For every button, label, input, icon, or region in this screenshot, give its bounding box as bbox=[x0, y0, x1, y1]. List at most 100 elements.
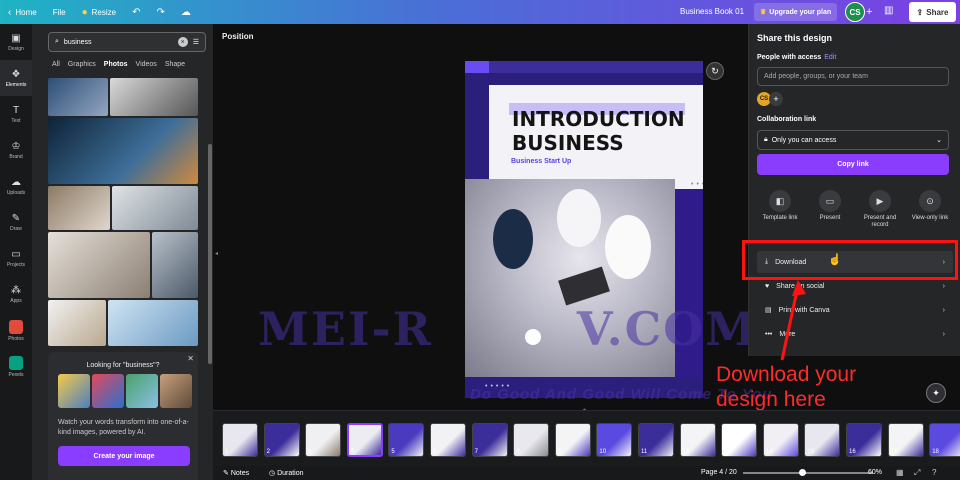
tab-videos[interactable]: Videos bbox=[136, 61, 157, 68]
page-thumbnail[interactable]: 5 bbox=[388, 423, 425, 457]
photos-app-icon bbox=[9, 320, 23, 334]
page-number: 14 bbox=[765, 449, 773, 455]
page-indicator[interactable]: Page 4 / 20 bbox=[701, 469, 737, 476]
page-thumbnail[interactable]: 13 bbox=[721, 423, 758, 457]
page-thumbnail[interactable]: 11 bbox=[638, 423, 674, 457]
share-button[interactable]: ⇪ Share bbox=[909, 2, 956, 22]
magic-assistant-icon[interactable]: ✦ bbox=[926, 383, 946, 403]
view-only-link-action[interactable]: ⊙ View-only link bbox=[907, 190, 953, 229]
rail-draw[interactable]: ✎ Draw bbox=[0, 204, 32, 240]
position-button[interactable]: Position bbox=[222, 32, 254, 41]
filter-icon[interactable]: ☰ bbox=[193, 38, 199, 46]
more-row[interactable]: ••• More › bbox=[757, 323, 953, 345]
zoom-level[interactable]: 60% bbox=[868, 469, 882, 476]
page-thumbnail[interactable]: 9 bbox=[554, 423, 591, 457]
rail-text[interactable]: T Text bbox=[0, 96, 32, 132]
refresh-icon[interactable]: ↻ bbox=[706, 62, 724, 80]
notes-icon: ✎ bbox=[223, 470, 231, 477]
chevron-up-icon[interactable]: ⌃ bbox=[582, 408, 594, 415]
add-collaborator-icon[interactable]: + bbox=[866, 6, 872, 18]
rail-elements[interactable]: ❖ Elements bbox=[0, 60, 32, 96]
access-select[interactable]: 🔒︎ Only you can access ⌄ bbox=[757, 130, 949, 150]
page-thumbnail[interactable]: 7 bbox=[471, 423, 508, 457]
undo-button[interactable]: ↶ bbox=[124, 0, 148, 24]
page-thumbnail[interactable]: 4 bbox=[346, 423, 383, 457]
search-input[interactable]: ⌕ business × ☰ bbox=[48, 32, 206, 52]
document-title[interactable]: Business Book 01 bbox=[680, 7, 744, 16]
tab-shapes[interactable]: Shape bbox=[165, 61, 185, 68]
photo-thumb[interactable] bbox=[112, 186, 198, 230]
photo-thumb[interactable] bbox=[110, 78, 198, 116]
page-thumbnail[interactable]: 10 bbox=[596, 423, 633, 457]
duration-button[interactable]: ◷ Duration bbox=[269, 469, 304, 477]
user-avatar[interactable]: CS bbox=[845, 2, 865, 22]
watermark-text: MEI-R V.COM bbox=[258, 302, 759, 356]
upgrade-label: Upgrade your plan bbox=[769, 8, 832, 16]
help-icon[interactable]: ? bbox=[932, 468, 936, 477]
tab-all[interactable]: All bbox=[52, 61, 60, 68]
page-thumbnail[interactable]: 6 bbox=[430, 423, 466, 457]
page-thumbnail[interactable]: 3 bbox=[305, 423, 342, 457]
add-people-input[interactable]: Add people, groups, or your team bbox=[757, 67, 949, 86]
present-record-action[interactable]: ▶ Present and record bbox=[857, 190, 903, 229]
photo-thumb[interactable] bbox=[48, 300, 106, 346]
resize-button[interactable]: ● Resize bbox=[74, 0, 125, 24]
tab-photos[interactable]: Photos bbox=[104, 61, 128, 68]
photo-thumb[interactable] bbox=[48, 232, 150, 298]
photo-thumb[interactable] bbox=[48, 118, 198, 184]
template-link-action[interactable]: ◧ Template link bbox=[757, 190, 803, 229]
rail-apps[interactable]: ⁂ Apps bbox=[0, 276, 32, 312]
rail-pexels[interactable]: Pexels bbox=[0, 348, 32, 384]
rail-label: Uploads bbox=[6, 189, 26, 196]
record-icon: ▶ bbox=[869, 190, 891, 212]
notes-button[interactable]: ✎ Notes bbox=[223, 469, 249, 477]
doc-title[interactable]: INTRODUCTION BUSINESS bbox=[512, 107, 685, 155]
page-thumbnail[interactable]: 15 bbox=[804, 423, 841, 457]
zoom-slider[interactable] bbox=[743, 472, 873, 474]
doc-title-card: INTRODUCTION BUSINESS Business Start Up … bbox=[489, 85, 703, 204]
page-thumbnail[interactable]: 14 bbox=[762, 423, 799, 457]
stats-icon[interactable]: ▥ bbox=[884, 5, 900, 19]
rail-brand[interactable]: ♔ Brand bbox=[0, 132, 32, 168]
photo-thumb[interactable] bbox=[48, 78, 108, 116]
copy-link-button[interactable]: Copy link bbox=[757, 154, 949, 175]
page-thumbnail[interactable]: 8 bbox=[513, 423, 550, 457]
grid-view-icon[interactable]: ▦ bbox=[896, 468, 904, 477]
page-thumbnail[interactable]: 1 bbox=[222, 423, 258, 457]
page-number: 3 bbox=[308, 449, 312, 455]
people-label: People with access bbox=[757, 54, 822, 61]
left-rail: ▣ Design ❖ Elements T Text ♔ Brand ☁ Uploads … bbox=[0, 24, 32, 480]
search-icon: ⌕ bbox=[55, 38, 59, 45]
collapse-panel-handle[interactable]: ◂ bbox=[215, 250, 218, 257]
draw-icon: ✎ bbox=[11, 212, 21, 224]
page-thumbnail[interactable]: 2 bbox=[263, 423, 300, 457]
rail-design[interactable]: ▣ Design bbox=[0, 24, 32, 60]
add-member-icon[interactable]: + bbox=[769, 92, 783, 106]
photo-thumb[interactable] bbox=[48, 186, 110, 230]
page-thumbnail[interactable]: 12 bbox=[679, 423, 716, 457]
cloud-save-button[interactable]: ☁ bbox=[173, 0, 199, 24]
redo-button[interactable]: ↷ bbox=[148, 0, 172, 24]
present-action[interactable]: ▭ Present bbox=[807, 190, 853, 229]
edit-link[interactable]: Edit bbox=[824, 54, 836, 61]
rail-photos[interactable]: Photos bbox=[0, 312, 32, 348]
zoom-slider-knob[interactable] bbox=[799, 469, 806, 476]
clear-icon[interactable]: × bbox=[177, 37, 188, 47]
photo-thumb[interactable] bbox=[108, 300, 198, 346]
rail-uploads[interactable]: ☁ Uploads bbox=[0, 168, 32, 204]
doc-subtitle[interactable]: Business Start Up bbox=[511, 158, 571, 165]
fullscreen-icon[interactable]: ⤢ bbox=[914, 468, 920, 478]
file-menu[interactable]: File bbox=[45, 0, 74, 24]
home-button[interactable]: ‹ Home bbox=[0, 0, 45, 24]
page-thumbnail[interactable]: 18 bbox=[929, 423, 960, 457]
upgrade-button[interactable]: ♛ Upgrade your plan bbox=[754, 3, 838, 21]
photo-thumb[interactable] bbox=[152, 232, 198, 298]
create-image-button[interactable]: Create your image bbox=[58, 446, 190, 466]
panel-scrollbar[interactable] bbox=[208, 144, 212, 364]
tab-graphics[interactable]: Graphics bbox=[68, 61, 96, 68]
promo-images bbox=[58, 374, 192, 408]
rail-projects[interactable]: ▭ Projects bbox=[0, 240, 32, 276]
page-thumbnail[interactable]: 17 bbox=[887, 423, 924, 457]
page-thumbnail[interactable]: 16 bbox=[846, 423, 882, 457]
print-row[interactable]: ▤ Print with Canva › bbox=[757, 299, 953, 321]
